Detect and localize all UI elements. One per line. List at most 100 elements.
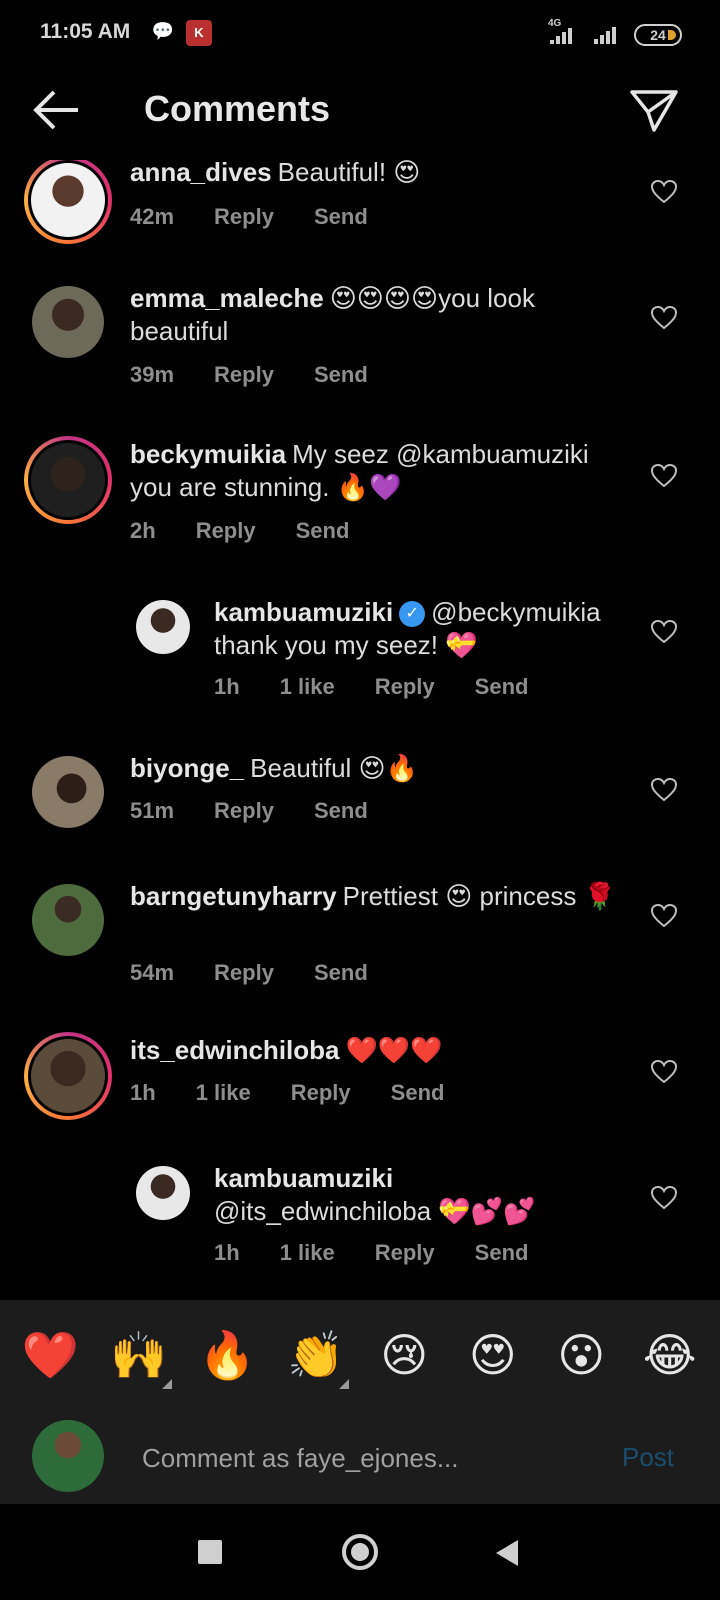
emoji-quick-bar: ❤️ 🙌 🔥 👏 😢 😍 😮 😂 (0, 1300, 720, 1410)
avatar[interactable] (32, 286, 104, 358)
emoji-clap-button[interactable]: 👏 (281, 1328, 351, 1389)
status-time: 11:05 AM (40, 20, 131, 43)
send-button[interactable]: Send (314, 362, 368, 388)
back-triangle-icon[interactable] (496, 1540, 518, 1566)
comment-meta: 1h 1 like Reply Send (214, 674, 568, 700)
avatar[interactable] (24, 160, 112, 244)
comment-username[interactable]: biyonge_ (130, 753, 244, 783)
send-button[interactable]: Send (314, 960, 368, 986)
reply-button[interactable]: Reply (291, 1080, 351, 1106)
send-button[interactable]: Send (391, 1080, 445, 1106)
avatar[interactable] (136, 600, 190, 654)
comment-meta: 39m Reply Send (130, 362, 408, 388)
comment-body: emma_maleche 😍😍😍😍you look beautiful (130, 282, 630, 348)
reply-button[interactable]: Reply (196, 518, 256, 544)
emoji-laugh-button[interactable]: 😂 (635, 1328, 705, 1382)
comment-username[interactable]: its_edwinchiloba (130, 1035, 340, 1065)
comment-body: barngetunyharry Prettiest 😍 princess 🌹 (130, 880, 630, 913)
comment-username[interactable]: barngetunyharry (130, 881, 337, 911)
comment-body: kambuamuziki @its_edwinchiloba 💝💕💕 (214, 1162, 634, 1228)
comment-username[interactable]: anna_dives (130, 160, 272, 187)
emoji-heart-eyes-button[interactable]: 😍 (458, 1328, 528, 1382)
signal-icon (594, 24, 616, 44)
comment-meta: 42m Reply Send (130, 204, 408, 230)
comment-username[interactable]: beckymuikia (130, 439, 286, 469)
comment-time: 54m (130, 960, 175, 985)
comment-text: ❤️❤️❤️ (345, 1035, 443, 1065)
comments-list[interactable]: anna_dives Beautiful! 😍 42m Reply Send em… (0, 160, 720, 1300)
heart-icon[interactable] (650, 1058, 678, 1086)
send-button[interactable]: Send (475, 674, 529, 700)
comment-time: 51m (130, 798, 175, 823)
comment-text: Beautiful 😍🔥 (250, 753, 419, 783)
comment-time: 39m (130, 362, 175, 387)
heart-icon[interactable] (650, 304, 678, 332)
reply-button[interactable]: Reply (214, 362, 274, 388)
comment-username[interactable]: kambuamuziki (214, 597, 393, 627)
emoji-clap: 👏 (287, 1328, 345, 1381)
comment-body: beckymuikia My seez @kambuamuziki you are… (130, 438, 630, 504)
comment-meta: 54m Reply Send (130, 960, 408, 986)
reply-button[interactable]: Reply (214, 204, 274, 230)
comment-time: 1h (214, 674, 240, 699)
comment-body: its_edwinchiloba ❤️❤️❤️ (130, 1034, 630, 1067)
battery-icon: 24 (634, 24, 682, 46)
emoji-cry-button[interactable]: 😢 (369, 1328, 439, 1382)
home-icon[interactable] (342, 1534, 378, 1570)
comment-username[interactable]: kambuamuziki (214, 1163, 393, 1193)
comment-input[interactable] (142, 1438, 582, 1478)
likes-count[interactable]: 1 like (280, 674, 335, 700)
reply-button[interactable]: Reply (375, 674, 435, 700)
comment-time: 1h (130, 1080, 156, 1105)
emoji-heart-button[interactable]: ❤️ (15, 1328, 85, 1383)
shop-icon: K (186, 20, 212, 46)
comment-meta: 1h 1 like Reply Send (130, 1080, 484, 1106)
send-button[interactable]: Send (296, 518, 350, 544)
avatar[interactable] (32, 756, 104, 828)
battery-level: 24 (650, 27, 666, 43)
signal-icon (550, 24, 572, 44)
avatar[interactable] (32, 884, 104, 956)
post-button[interactable]: Post (622, 1442, 674, 1473)
comment-body: kambuamuziki ✓ @beckymuikia thank you my s… (214, 596, 634, 662)
heart-icon[interactable] (650, 462, 678, 490)
chat-bubble-icon: 💬 (151, 21, 175, 41)
comment-text: Beautiful! 😍 (277, 160, 421, 187)
send-button[interactable]: Send (314, 204, 368, 230)
avatar[interactable] (24, 1032, 112, 1120)
reply-button[interactable]: Reply (214, 960, 274, 986)
comment-body: anna_dives Beautiful! 😍 (130, 160, 630, 189)
paper-plane-icon[interactable] (628, 84, 680, 136)
comment-text: Prettiest 😍 princess 🌹 (342, 881, 616, 911)
reply-button[interactable]: Reply (214, 798, 274, 824)
heart-icon[interactable] (650, 1184, 678, 1212)
emoji-fire-button[interactable]: 🔥 (192, 1328, 262, 1383)
comment-meta: 1h 1 like Reply Send (214, 1240, 568, 1266)
status-bar: 11:05 AM 💬 K 4G 24 (0, 0, 720, 70)
emoji-raised-hands-button[interactable]: 🙌 (104, 1328, 174, 1389)
recents-icon[interactable] (198, 1540, 222, 1564)
avatar[interactable] (24, 436, 112, 524)
comment-meta: 51m Reply Send (130, 798, 408, 824)
page-title: Comments (144, 88, 331, 129)
emoji-raised-hands: 🙌 (110, 1328, 168, 1381)
reply-button[interactable]: Reply (375, 1240, 435, 1266)
send-button[interactable]: Send (314, 798, 368, 824)
back-arrow-icon[interactable] (30, 84, 82, 136)
likes-count[interactable]: 1 like (196, 1080, 251, 1106)
comment-time: 1h (214, 1240, 240, 1265)
likes-count[interactable]: 1 like (280, 1240, 335, 1266)
heart-icon[interactable] (650, 618, 678, 646)
comment-composer: Post (0, 1410, 720, 1504)
heart-icon[interactable] (650, 776, 678, 804)
emoji-wow-button[interactable]: 😮 (546, 1328, 616, 1382)
comment-body: biyonge_ Beautiful 😍🔥 (130, 752, 630, 785)
heart-icon[interactable] (650, 178, 678, 206)
comment-username[interactable]: emma_maleche (130, 283, 324, 313)
send-button[interactable]: Send (475, 1240, 529, 1266)
heart-icon[interactable] (650, 902, 678, 930)
avatar (32, 1420, 104, 1492)
comment-text: @its_edwinchiloba 💝💕💕 (214, 1196, 536, 1226)
verified-badge-icon: ✓ (399, 601, 426, 628)
avatar[interactable] (136, 1166, 190, 1220)
